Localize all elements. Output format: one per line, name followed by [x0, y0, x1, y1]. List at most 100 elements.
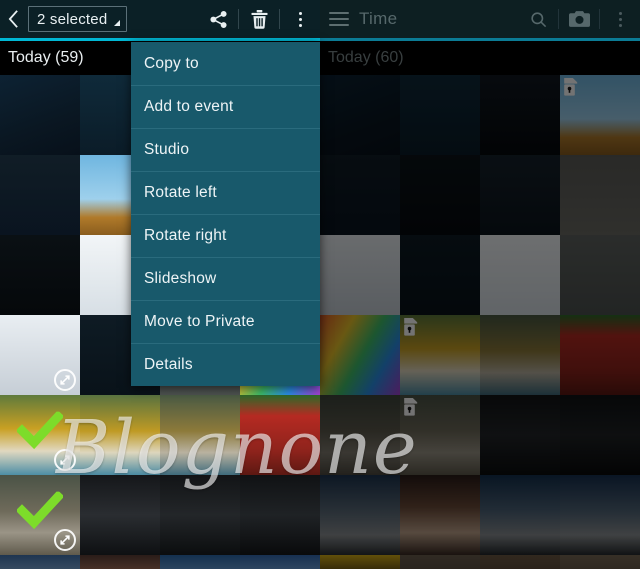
thumb-computer-lab [560, 555, 640, 569]
photo-thumbnail[interactable] [480, 475, 560, 555]
thumb-group-photo-4 [240, 555, 320, 569]
right-toolbar: Time [320, 0, 640, 38]
overflow-menu-icon-left[interactable] [280, 0, 320, 38]
photo-thumbnail[interactable] [400, 475, 480, 555]
expand-icon[interactable] [54, 449, 76, 471]
photo-thumbnail[interactable] [480, 315, 560, 395]
menu-item-rotate-right[interactable]: Rotate right [131, 214, 320, 257]
menu-item-details[interactable]: Details [131, 343, 320, 386]
trash-icon[interactable] [239, 0, 279, 38]
photo-thumbnail[interactable] [400, 75, 480, 155]
photo-thumbnail[interactable] [240, 395, 320, 475]
photo-thumbnail[interactable] [480, 395, 560, 475]
photo-thumbnail[interactable] [320, 75, 400, 155]
menu-item-copy-to[interactable]: Copy to [131, 42, 320, 85]
menu-item-rotate-left[interactable]: Rotate left [131, 171, 320, 214]
thumb-street-wall-dim [320, 395, 400, 475]
selection-count-dropdown[interactable]: 2 selected [28, 6, 128, 32]
photo-thumbnail[interactable] [400, 395, 480, 475]
thumb-group-photo-1 [320, 475, 400, 555]
photo-thumbnail[interactable] [0, 475, 80, 555]
thumb-group-photo-4 [560, 475, 640, 555]
thumb-abstract-poly [320, 315, 400, 395]
photo-thumbnail[interactable] [0, 555, 80, 569]
photo-thumbnail[interactable] [80, 395, 160, 475]
photo-thumbnail[interactable] [560, 315, 640, 395]
photo-thumbnail[interactable] [320, 155, 400, 235]
thumb-article-text [400, 155, 480, 235]
photo-thumbnail[interactable] [560, 235, 640, 315]
photo-thumbnail[interactable] [320, 555, 400, 569]
menu-item-move-to-private[interactable]: Move to Private [131, 300, 320, 343]
caret-down-icon [114, 20, 121, 26]
hamburger-icon[interactable] [329, 12, 349, 26]
photo-thumbnail[interactable] [560, 155, 640, 235]
photo-thumbnail[interactable] [480, 555, 560, 569]
photo-thumbnail[interactable] [80, 475, 160, 555]
thumb-shrine-dim [160, 395, 240, 475]
thumb-screenshot-phone [320, 75, 400, 155]
photo-thumbnail[interactable] [320, 235, 400, 315]
thumb-screenshot-phone [0, 75, 80, 155]
photo-thumbnail[interactable] [0, 315, 80, 395]
thumb-movie-poster [320, 555, 400, 569]
selected-check-icon [15, 490, 65, 537]
photo-thumbnail[interactable] [320, 395, 400, 475]
photo-thumbnail[interactable] [0, 155, 80, 235]
photo-thumbnail[interactable] [560, 555, 640, 569]
photo-thumbnail[interactable] [0, 235, 80, 315]
photo-thumbnail[interactable] [160, 475, 240, 555]
thumb-group-photo-3 [480, 475, 560, 555]
camera-icon[interactable] [559, 0, 599, 38]
photo-thumbnail[interactable] [400, 235, 480, 315]
back-arrow-icon[interactable] [0, 0, 26, 38]
photo-thumbnail[interactable] [240, 475, 320, 555]
share-icon[interactable] [198, 0, 238, 38]
thumb-gate-dark [480, 395, 560, 475]
overflow-popup-menu[interactable]: Copy to Add to event Studio Rotate left Rota… [131, 42, 320, 386]
thumb-red-crates [560, 315, 640, 395]
expand-icon[interactable] [54, 369, 76, 391]
lock-icon [403, 398, 419, 416]
photo-thumbnail[interactable] [400, 555, 480, 569]
photo-thumbnail[interactable] [480, 75, 560, 155]
menu-item-slideshow[interactable]: Slideshow [131, 257, 320, 300]
photo-thumbnail[interactable] [240, 555, 320, 569]
photo-thumbnail[interactable] [0, 395, 80, 475]
thumb-group-photo-2 [400, 475, 480, 555]
thumb-meeting-room [480, 555, 560, 569]
photo-thumbnail[interactable] [400, 315, 480, 395]
photo-thumbnail[interactable] [80, 555, 160, 569]
menu-item-add-to-event[interactable]: Add to event [131, 85, 320, 128]
photo-thumbnail[interactable] [160, 395, 240, 475]
right-pane: Today (60) [320, 0, 640, 569]
menu-item-label: Add to event [144, 98, 234, 115]
right-accent-bar [320, 38, 640, 41]
photo-thumbnail[interactable] [0, 75, 80, 155]
search-icon[interactable] [518, 0, 558, 38]
thumb-shrine-yellow-2 [80, 395, 160, 475]
photo-thumbnail[interactable] [320, 475, 400, 555]
photo-thumbnail[interactable] [400, 155, 480, 235]
menu-item-label: Rotate left [144, 184, 217, 201]
overflow-menu-icon-right[interactable] [600, 0, 640, 38]
photo-thumbnail[interactable] [560, 475, 640, 555]
thumb-group-photo-1 [0, 555, 80, 569]
thumb-gate-dark-2 [240, 475, 320, 555]
thumb-green-badge [560, 235, 640, 315]
photo-thumbnail[interactable] [480, 155, 560, 235]
photo-thumbnail[interactable] [320, 315, 400, 395]
thumb-dialog-pair [320, 235, 400, 315]
lock-icon [403, 318, 419, 336]
right-toolbar-title: Time [359, 9, 398, 28]
photo-thumbnail[interactable] [560, 395, 640, 475]
menu-item-label: Rotate right [144, 227, 227, 244]
thumb-group-photo-2 [80, 555, 160, 569]
photo-thumbnail[interactable] [160, 555, 240, 569]
expand-icon[interactable] [54, 529, 76, 551]
photo-thumbnail[interactable] [560, 75, 640, 155]
menu-item-label: Copy to [144, 54, 199, 72]
right-photo-grid[interactable] [320, 75, 640, 569]
photo-thumbnail[interactable] [480, 235, 560, 315]
menu-item-studio[interactable]: Studio [131, 128, 320, 171]
